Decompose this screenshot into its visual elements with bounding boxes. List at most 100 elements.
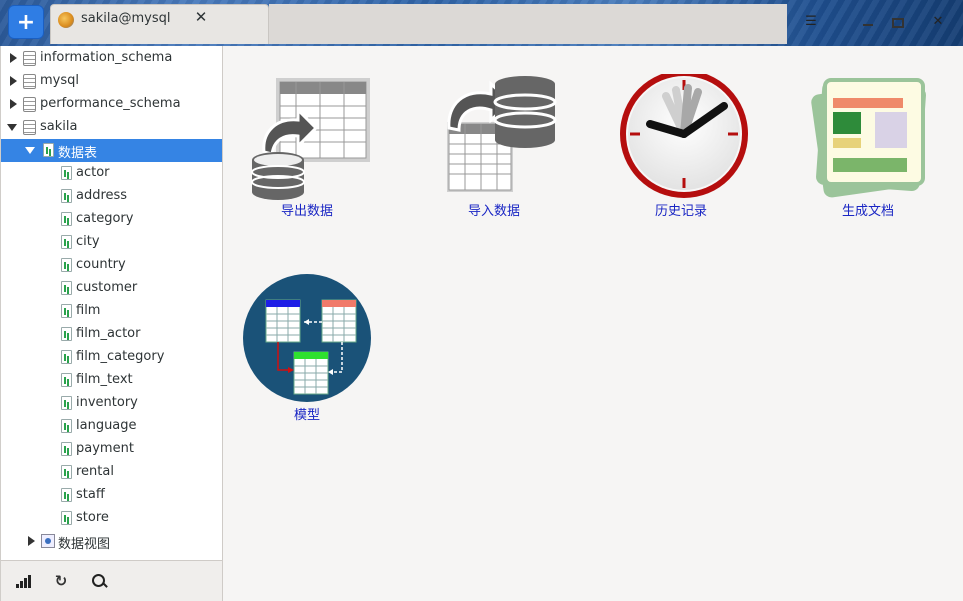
sidebar: information_schema mysql performance_sch… <box>0 46 223 601</box>
tree-item-table-customer[interactable]: customer <box>1 277 222 300</box>
table-icon <box>61 258 72 272</box>
generate-doc-icon <box>811 78 926 198</box>
table-icon <box>61 327 72 341</box>
tree-item-table-payment[interactable]: payment <box>1 438 222 461</box>
tree-item-information-schema[interactable]: information_schema <box>1 47 222 70</box>
generate-doc-label: 生成文档 <box>841 204 894 219</box>
tab-bar-empty-area <box>269 4 787 44</box>
tab-title: sakila@mysql <box>81 11 171 26</box>
expand-arrow-icon[interactable] <box>28 536 35 546</box>
tree-item-table-film[interactable]: film <box>1 300 222 323</box>
import-data-label: 导入数据 <box>467 204 520 219</box>
model-button[interactable]: 模型 <box>232 274 382 454</box>
tree-item-table-film-category[interactable]: film_category <box>1 346 222 369</box>
tab-close-icon[interactable]: ✕ <box>193 8 209 26</box>
tree-item-label: language <box>76 418 137 433</box>
tree-item-table-language[interactable]: language <box>1 415 222 438</box>
tree-item-tables-folder[interactable]: 数据表 <box>1 139 222 162</box>
model-diagram-icon <box>243 274 371 402</box>
table-icon <box>61 442 72 456</box>
tree-item-label: city <box>76 234 100 249</box>
tree-item-label: rental <box>76 464 114 479</box>
tree-item-table-inventory[interactable]: inventory <box>1 392 222 415</box>
minimize-icon[interactable] <box>858 12 878 32</box>
export-data-button[interactable]: 导出数据 <box>232 74 382 254</box>
model-label: 模型 <box>293 408 320 423</box>
tree-item-table-store[interactable]: store <box>1 507 222 530</box>
view-folder-icon <box>41 534 55 548</box>
table-icon <box>61 488 72 502</box>
database-icon <box>23 51 36 66</box>
tree-item-label: film_category <box>76 349 165 364</box>
export-data-icon <box>251 78 370 200</box>
table-icon <box>61 419 72 433</box>
tree-item-table-film-text[interactable]: film_text <box>1 369 222 392</box>
collapse-arrow-icon[interactable] <box>25 147 35 154</box>
tree-item-label: performance_schema <box>40 96 181 111</box>
tree-item-mysql[interactable]: mysql <box>1 70 222 93</box>
history-button[interactable]: 历史记录 <box>606 74 756 254</box>
tree-item-table-country[interactable]: country <box>1 254 222 277</box>
import-data-button[interactable]: 导入数据 <box>419 74 569 254</box>
tree-item-table-film-actor[interactable]: film_actor <box>1 323 222 346</box>
tree-item-table-category[interactable]: category <box>1 208 222 231</box>
expand-arrow-icon[interactable] <box>10 99 17 109</box>
sidebar-toolbar: ↻ <box>1 560 222 601</box>
tree-item-label: customer <box>76 280 138 295</box>
table-icon <box>61 373 72 387</box>
tree-item-table-rental[interactable]: rental <box>1 461 222 484</box>
tree-item-table-staff[interactable]: staff <box>1 484 222 507</box>
add-connection-button[interactable]: + <box>8 5 44 39</box>
collapse-arrow-icon[interactable] <box>7 124 17 131</box>
expand-arrow-icon[interactable] <box>10 76 17 86</box>
search-icon[interactable] <box>89 571 109 591</box>
tree-item-label: film <box>76 303 101 318</box>
tree-item-label: payment <box>76 441 134 456</box>
tree-item-views-folder[interactable]: 数据视图 <box>1 530 222 553</box>
generate-doc-button[interactable]: 生成文档 <box>793 74 943 254</box>
table-icon <box>61 350 72 364</box>
tree-item-performance-schema[interactable]: performance_schema <box>1 93 222 116</box>
table-icon <box>61 212 72 226</box>
tree-item-table-city[interactable]: city <box>1 231 222 254</box>
tree-item-label: information_schema <box>40 50 173 65</box>
tree-item-label: film_actor <box>76 326 141 341</box>
tree-item-label: sakila <box>40 119 78 134</box>
database-icon <box>23 97 36 112</box>
table-icon <box>61 189 72 203</box>
hamburger-menu-icon[interactable]: ☰ <box>801 12 821 32</box>
maximize-icon[interactable] <box>888 12 908 32</box>
tree-item-label: category <box>76 211 134 226</box>
tree-item-label: 数据视图 <box>58 537 111 552</box>
tree-item-table-actor[interactable]: actor <box>1 162 222 185</box>
table-icon <box>61 304 72 318</box>
connection-status-icon[interactable] <box>14 571 34 591</box>
table-icon <box>61 166 72 180</box>
table-folder-icon <box>43 143 54 157</box>
mysql-connection-icon <box>58 12 74 28</box>
tree-item-sakila[interactable]: sakila <box>1 116 222 139</box>
table-icon <box>61 281 72 295</box>
tree-item-label: actor <box>76 165 110 180</box>
tree-item-label: mysql <box>40 73 79 88</box>
database-icon <box>23 120 36 135</box>
tree-item-table-address[interactable]: address <box>1 185 222 208</box>
main-panel: 导出数据 导入数据 历史记录 生成文档 模型 <box>224 46 963 601</box>
tree-item-label: inventory <box>76 395 138 410</box>
close-icon[interactable]: ✕ <box>928 12 948 32</box>
tree-item-label: 数据表 <box>58 146 98 161</box>
history-label: 历史记录 <box>654 204 707 219</box>
history-clock-icon <box>620 74 748 198</box>
table-icon <box>61 511 72 525</box>
table-icon <box>61 235 72 249</box>
tree-item-label: country <box>76 257 126 272</box>
refresh-icon[interactable]: ↻ <box>51 571 71 591</box>
database-icon <box>23 74 36 89</box>
table-icon <box>61 396 72 410</box>
database-tree: information_schema mysql performance_sch… <box>1 46 222 560</box>
tree-item-label: address <box>76 188 128 203</box>
export-data-label: 导出数据 <box>280 204 333 219</box>
expand-arrow-icon[interactable] <box>10 53 17 63</box>
tree-item-label: store <box>76 510 109 525</box>
tree-item-label: film_text <box>76 372 133 387</box>
